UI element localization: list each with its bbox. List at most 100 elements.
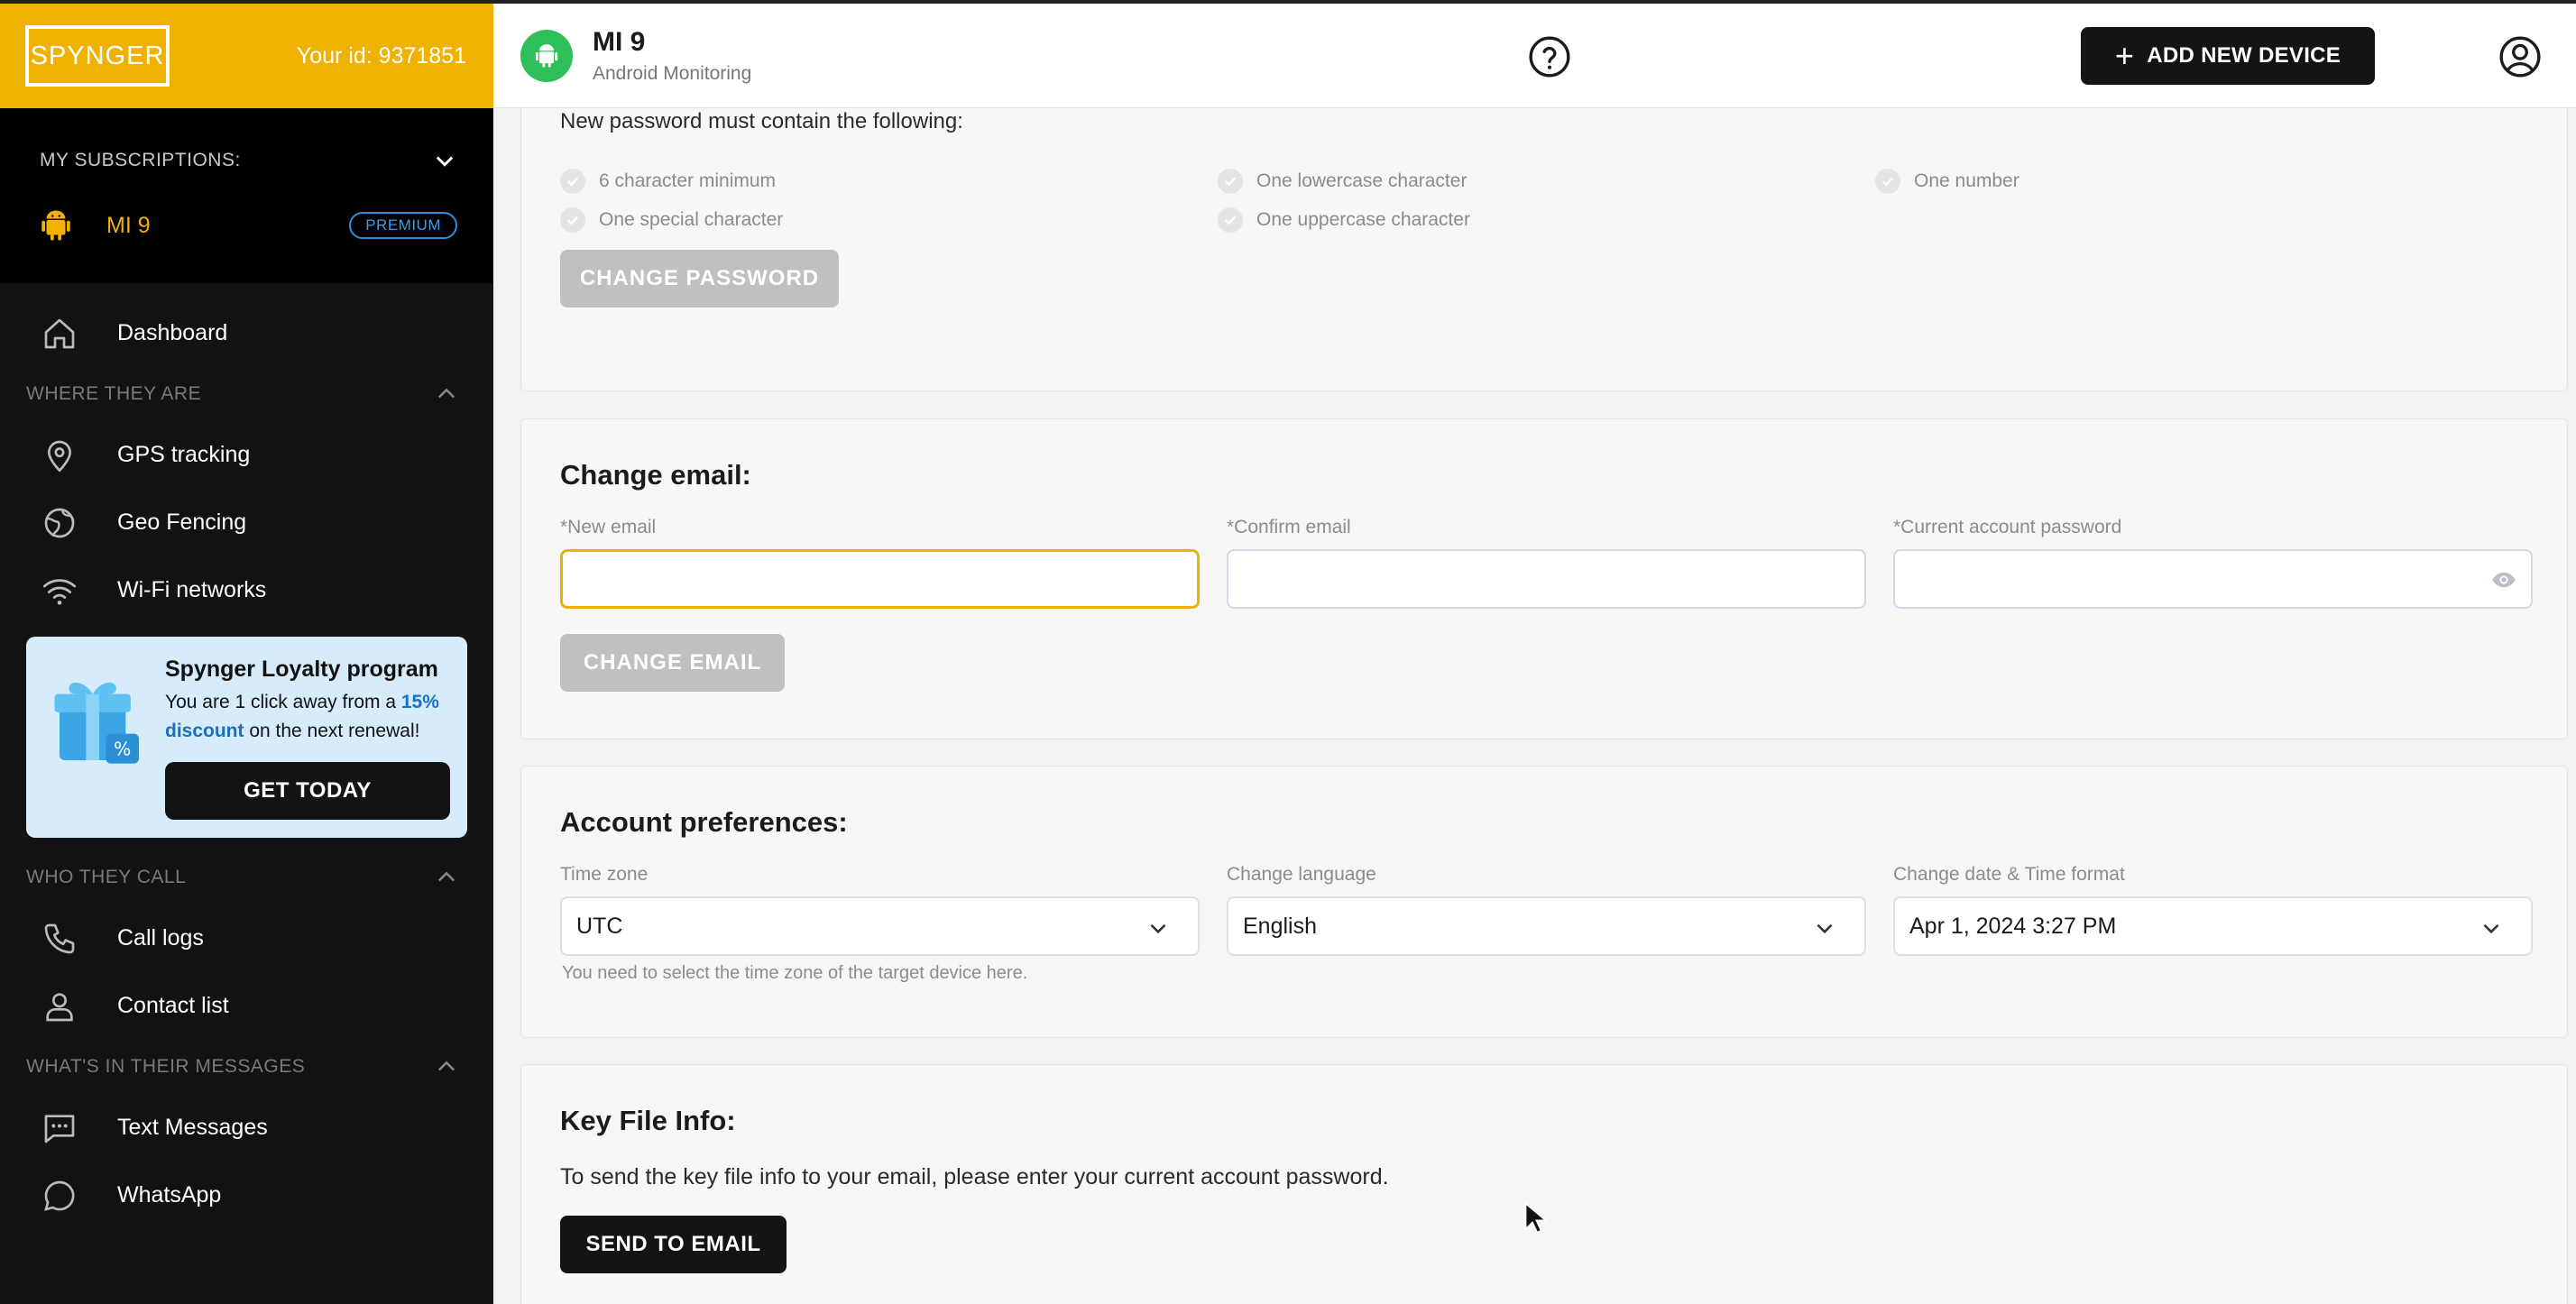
nav-gps-tracking[interactable]: GPS tracking xyxy=(0,421,493,489)
nav-wifi-networks[interactable]: Wi-Fi networks xyxy=(0,556,493,624)
device-title: MI 9 xyxy=(593,26,646,57)
premium-badge: PREMIUM xyxy=(349,212,457,239)
svg-text:%: % xyxy=(114,739,131,760)
timezone-hint: You need to select the time zone of the … xyxy=(562,963,1028,983)
globe-icon xyxy=(44,508,75,537)
gift-icon: % xyxy=(54,682,139,764)
nav-text-messages-label: Text Messages xyxy=(117,1115,268,1140)
chevron-down-icon xyxy=(1150,923,1166,934)
nav-dashboard-label: Dashboard xyxy=(117,320,228,345)
subscription-device-name: MI 9 xyxy=(106,212,151,238)
new-email-label: *New email xyxy=(560,517,657,537)
section-where-label: WHERE THEY ARE xyxy=(26,383,202,404)
device-subtitle: Android Monitoring xyxy=(593,62,752,84)
key-file-info-description: To send the key file info to your email,… xyxy=(560,1164,1389,1189)
loyalty-desc-pre: You are 1 click away from a xyxy=(165,692,401,712)
datetime-format-label: Change date & Time format xyxy=(1893,864,2125,885)
language-value: English xyxy=(1243,913,1317,939)
section-messages-label: WHAT'S IN THEIR MESSAGES xyxy=(26,1056,306,1077)
message-icon xyxy=(44,1114,75,1143)
location-pin-icon xyxy=(47,440,72,473)
password-requirements-title: New password must contain the following: xyxy=(560,109,963,133)
nav-call-logs-label: Call logs xyxy=(117,925,204,950)
section-call-label: WHO THEY CALL xyxy=(26,867,187,887)
req-lowercase: One lowercase character xyxy=(1218,169,1467,194)
timezone-field: Time zone UTC You need to select the tim… xyxy=(560,864,1200,984)
password-requirements: 6 character minimum One lowercase charac… xyxy=(560,169,2567,250)
nav-gps-label: GPS tracking xyxy=(117,442,251,467)
change-email-card: Change email: *New email *Confirm email … xyxy=(520,418,2568,739)
nav-text-messages[interactable]: Text Messages xyxy=(0,1094,493,1162)
chevron-up-icon xyxy=(437,1061,455,1071)
phone-icon xyxy=(44,923,75,953)
nav-wifi-label: Wi-Fi networks xyxy=(117,577,267,602)
device-avatar xyxy=(520,29,573,82)
preferences-fields: Time zone UTC You need to select the tim… xyxy=(560,864,2567,984)
section-messages[interactable]: WHAT'S IN THEIR MESSAGES xyxy=(0,1040,493,1094)
spynger-logo[interactable]: SPYNGER xyxy=(25,25,170,87)
settings-content: New password must contain the following:… xyxy=(493,108,2576,1304)
chevron-up-icon xyxy=(437,388,455,399)
language-select[interactable]: English xyxy=(1227,896,1866,956)
language-label: Change language xyxy=(1227,864,1376,885)
android-icon xyxy=(535,43,558,68)
check-icon xyxy=(1875,169,1900,194)
add-new-device-button[interactable]: + ADD NEW DEVICE xyxy=(2081,27,2375,85)
current-password-label: *Current account password xyxy=(1893,517,2122,537)
req-6-char-label: 6 character minimum xyxy=(599,170,777,191)
user-id: Your id: 9371851 xyxy=(296,42,466,69)
loyalty-desc-post: on the next renewal! xyxy=(244,721,420,741)
section-where-they-are[interactable]: WHERE THEY ARE xyxy=(0,367,493,421)
check-icon xyxy=(560,169,585,194)
change-email-button[interactable]: CHANGE EMAIL xyxy=(560,634,785,692)
nav-geo-label: Geo Fencing xyxy=(117,510,247,535)
brand-bar: SPYNGER Your id: 9371851 xyxy=(0,0,493,108)
req-uppercase-label: One uppercase character xyxy=(1256,209,1470,230)
account-icon[interactable] xyxy=(2498,34,2543,79)
device-info: MI 9 Android Monitoring xyxy=(593,27,751,85)
subscriptions-toggle[interactable]: MY SUBSCRIPTIONS: xyxy=(40,148,457,173)
nav-whatsapp[interactable]: WhatsApp xyxy=(0,1162,493,1229)
key-file-info-card: Key File Info: To send the key file info… xyxy=(520,1064,2568,1304)
chevron-down-icon xyxy=(2483,923,2499,934)
datetime-format-select[interactable]: Apr 1, 2024 3:27 PM xyxy=(1893,896,2533,956)
nav-call-logs[interactable]: Call logs xyxy=(0,905,493,972)
language-field: Change language English xyxy=(1227,864,1866,984)
new-email-input[interactable] xyxy=(560,549,1200,609)
new-email-field: *New email xyxy=(560,517,1200,609)
nav-geo-fencing[interactable]: Geo Fencing xyxy=(0,489,493,556)
req-6-char: 6 character minimum xyxy=(560,169,776,194)
req-special-label: One special character xyxy=(599,209,784,230)
account-preferences-title: Account preferences: xyxy=(560,806,848,838)
android-icon xyxy=(41,210,70,241)
nav-contact-list-label: Contact list xyxy=(117,993,229,1018)
plus-icon: + xyxy=(2114,37,2135,74)
section-who-they-call[interactable]: WHO THEY CALL xyxy=(0,850,493,905)
confirm-email-input[interactable] xyxy=(1227,549,1866,609)
check-icon xyxy=(1218,207,1243,233)
subscriptions-panel: MY SUBSCRIPTIONS: MI 9 PREMIUM xyxy=(0,108,493,283)
email-fields: *New email *Confirm email *Current accou… xyxy=(560,517,2567,609)
help-icon[interactable] xyxy=(1527,34,1572,79)
req-number: One number xyxy=(1875,169,2019,194)
send-to-email-button[interactable]: SEND TO EMAIL xyxy=(560,1216,787,1273)
loyalty-description: You are 1 click away from a 15% discount… xyxy=(165,688,449,746)
nav-contact-list[interactable]: Contact list xyxy=(0,972,493,1040)
get-today-button[interactable]: GET TODAY xyxy=(165,762,450,820)
confirm-email-label: *Confirm email xyxy=(1227,517,1351,537)
current-password-input[interactable] xyxy=(1893,549,2533,609)
change-password-button[interactable]: CHANGE PASSWORD xyxy=(560,250,839,308)
add-new-device-label: ADD NEW DEVICE xyxy=(2147,43,2341,68)
eye-icon[interactable] xyxy=(2489,567,2518,592)
timezone-label: Time zone xyxy=(560,864,649,885)
subscriptions-label: MY SUBSCRIPTIONS: xyxy=(40,150,241,170)
nav-dashboard[interactable]: Dashboard xyxy=(0,299,493,367)
mouse-cursor-icon xyxy=(1524,1202,1546,1234)
chevron-down-icon xyxy=(436,156,454,167)
confirm-email-field: *Confirm email xyxy=(1227,517,1866,609)
subscription-device[interactable]: MI 9 PREMIUM xyxy=(40,207,457,243)
req-uppercase: One uppercase character xyxy=(1218,207,1470,233)
timezone-select[interactable]: UTC xyxy=(560,896,1200,956)
datetime-format-value: Apr 1, 2024 3:27 PM xyxy=(1909,913,2117,939)
person-icon xyxy=(46,992,73,1021)
